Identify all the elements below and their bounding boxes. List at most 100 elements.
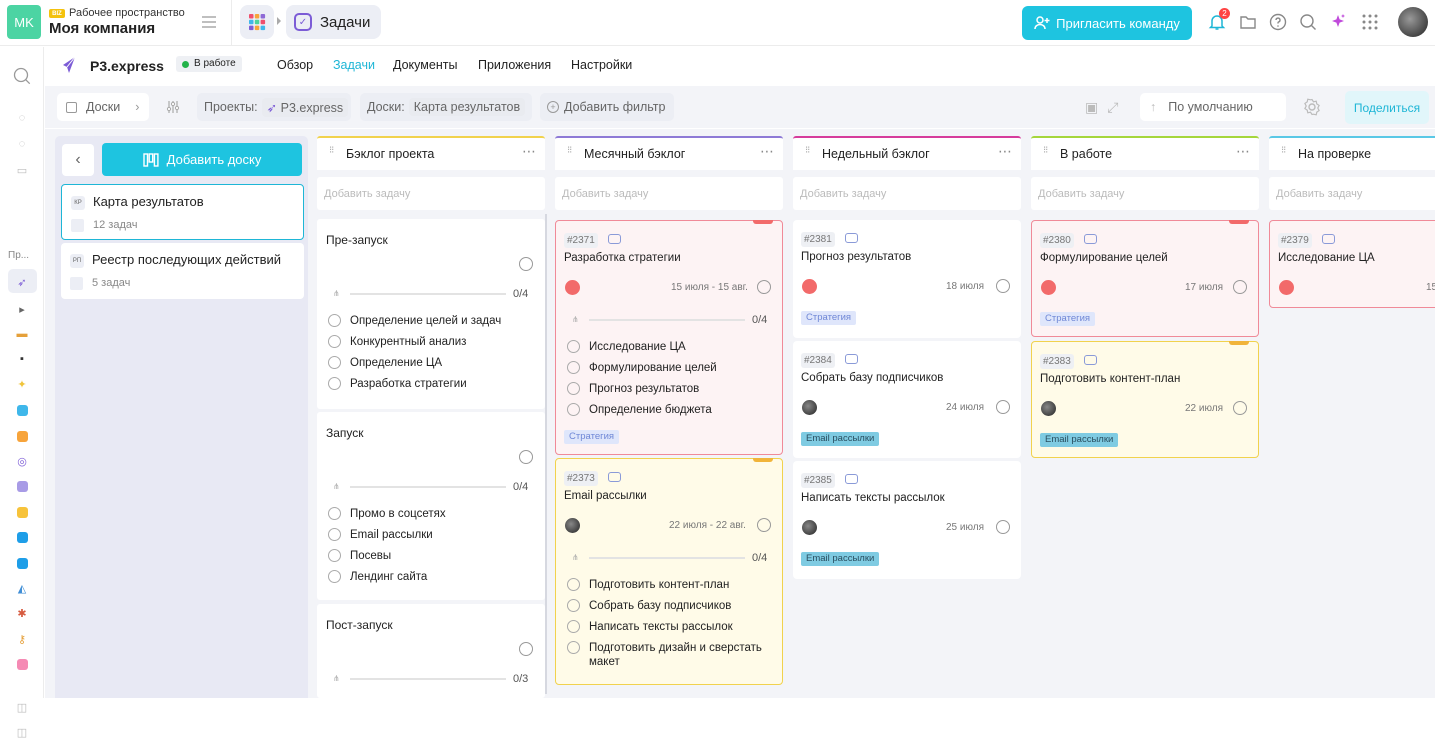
task-card[interactable]: #2385 Написать тексты рассылок 25 июля E… [793, 461, 1021, 579]
complete-checkbox[interactable] [1233, 280, 1247, 294]
more-icon[interactable]: ⋯ [1236, 143, 1251, 160]
add-task-input[interactable]: Добавить задачу [1031, 177, 1259, 210]
comment-icon[interactable] [1084, 355, 1097, 365]
subtask-checkbox[interactable] [567, 361, 580, 374]
tab-tasks[interactable]: Задачи [333, 58, 375, 72]
board-filter[interactable]: Доски: Карта результатов [360, 93, 532, 121]
task-card[interactable]: #2384 Собрать базу подписчиков 24 июля E… [793, 341, 1021, 458]
search-icon[interactable] [12, 66, 32, 86]
project-badge-icon[interactable] [14, 529, 30, 545]
task-group[interactable]: Пре-запуск ⋔ 0/4 Определение целей и зад… [317, 219, 545, 409]
project-filter-chip[interactable]: ➶ P3.express [261, 97, 349, 117]
add-task-input[interactable]: Добавить задачу [555, 177, 783, 210]
project-key-icon[interactable]: ⚷ [14, 631, 30, 647]
assignee-avatar[interactable] [1041, 401, 1056, 416]
subtask-item[interactable]: Email рассылки [328, 528, 433, 541]
project-badge-icon[interactable] [14, 504, 30, 520]
save-icon[interactable]: ▣ [1085, 99, 1098, 116]
archive-icon[interactable]: ◫ [14, 699, 30, 715]
task-card[interactable]: #2383 Подготовить контент-план 22 июля E… [1031, 341, 1259, 458]
assignee-avatar[interactable] [1279, 280, 1294, 295]
project-badge-icon[interactable] [14, 428, 30, 444]
complete-checkbox[interactable] [519, 257, 533, 271]
subtask-item[interactable]: Определение бюджета [567, 403, 712, 416]
subtask-item[interactable]: Конкурентный анализ [328, 335, 466, 348]
subtask-item[interactable]: Определение ЦА [328, 356, 442, 369]
menu-icon[interactable] [200, 13, 218, 31]
subtask-item[interactable]: Прогноз результатов [567, 382, 699, 395]
apps-grid-button[interactable] [240, 5, 274, 39]
drag-handle-icon[interactable]: ⁝⁝ [567, 146, 572, 156]
board-item[interactable]: КР Карта результатов 12 задач [61, 184, 304, 240]
subtask-checkbox[interactable] [328, 570, 341, 583]
subtask-checkbox[interactable] [328, 356, 341, 369]
invite-team-button[interactable]: Пригласить команду [1022, 6, 1192, 40]
task-tag[interactable]: Email рассылки [801, 432, 880, 446]
task-card[interactable]: #2371 Разработка стратегии 15 июля - 15 … [555, 220, 783, 455]
project-icon[interactable]: ▸ [14, 301, 30, 317]
tab-apps[interactable]: Приложения [478, 58, 551, 72]
add-board-button[interactable]: Добавить доску [102, 143, 302, 176]
user-avatar[interactable] [1398, 7, 1428, 37]
comment-icon[interactable] [1322, 234, 1335, 244]
subtask-checkbox[interactable] [567, 382, 580, 395]
subtask-checkbox[interactable] [567, 403, 580, 416]
subtask-item[interactable]: Посевы [328, 549, 391, 562]
project-badge-icon[interactable] [14, 402, 30, 418]
help-icon[interactable] [1267, 11, 1289, 33]
subtask-checkbox[interactable] [328, 335, 341, 348]
comment-icon[interactable] [845, 233, 858, 243]
subtask-item[interactable]: Исследование ЦА [567, 340, 686, 353]
subtask-checkbox[interactable] [567, 578, 580, 591]
drag-handle-icon[interactable]: ⁝⁝ [805, 146, 810, 156]
project-filter[interactable]: Проекты: ➶ P3.express [197, 93, 351, 121]
project-rocket-icon[interactable]: ➶ [14, 274, 30, 290]
column-header[interactable]: ⁝⁝ Недельный бэклог ⋯ [793, 136, 1021, 170]
apps-dots-icon[interactable] [1359, 11, 1381, 33]
subtask-item[interactable]: Подготовить контент-план [567, 578, 729, 591]
subtask-item[interactable]: Определение целей и задач [328, 314, 501, 327]
add-task-input[interactable]: Добавить задачу [1269, 177, 1435, 210]
board-filter-value[interactable]: Карта результатов [408, 98, 526, 116]
add-task-input[interactable]: Добавить задачу [793, 177, 1021, 210]
boards-toggle-button[interactable]: Доски › [57, 93, 149, 121]
task-card[interactable]: #2379 Исследование ЦА 15 [1269, 220, 1435, 308]
folder-icon[interactable]: ▭ [14, 162, 30, 178]
assignee-avatar[interactable] [1041, 280, 1056, 295]
project-icon[interactable]: ◭ [14, 580, 30, 596]
subtask-item[interactable]: Промо в соцсетях [328, 507, 446, 520]
task-card[interactable]: #2380 Формулирование целей 17 июля Страт… [1031, 220, 1259, 337]
section-tasks[interactable]: ✓ Задачи [286, 5, 381, 39]
subtask-checkbox[interactable] [567, 599, 580, 612]
complete-checkbox[interactable] [1233, 401, 1247, 415]
folder-icon[interactable] [1237, 11, 1259, 33]
complete-checkbox[interactable] [519, 450, 533, 464]
comment-icon[interactable] [608, 472, 621, 482]
assignee-avatar[interactable] [802, 400, 817, 415]
board-item[interactable]: РП Реестр последующих действий 5 задач [61, 243, 304, 299]
column-header[interactable]: ⁝⁝ В работе ⋯ [1031, 136, 1259, 170]
subtask-item[interactable]: Лендинг сайта [328, 570, 427, 583]
subtask-item[interactable]: Написать тексты рассылок [567, 620, 733, 633]
assignee-avatar[interactable] [802, 279, 817, 294]
comment-icon[interactable] [608, 234, 621, 244]
workspace-avatar[interactable]: MK [7, 5, 41, 39]
subtask-checkbox[interactable] [328, 528, 341, 541]
task-tag[interactable]: Email рассылки [801, 552, 880, 566]
task-tag[interactable]: Стратегия [1040, 312, 1096, 326]
add-task-input[interactable]: Добавить задачу [317, 177, 545, 210]
comment-icon[interactable] [845, 474, 858, 484]
complete-checkbox[interactable] [996, 520, 1010, 534]
drag-handle-icon[interactable]: ⁝⁝ [329, 146, 334, 156]
subtask-checkbox[interactable] [328, 549, 341, 562]
subtask-checkbox[interactable] [567, 340, 580, 353]
column-header[interactable]: ⁝⁝ На проверке [1269, 136, 1435, 170]
subtask-checkbox[interactable] [328, 314, 341, 327]
share-button[interactable]: Поделиться [1345, 91, 1429, 124]
project-badge-icon[interactable] [14, 555, 30, 571]
task-group[interactable]: Пост-запуск ⋔ 0/3 [317, 604, 545, 698]
project-badge-icon[interactable] [14, 656, 30, 672]
project-circle-icon[interactable]: ◎ [14, 453, 30, 469]
complete-checkbox[interactable] [996, 279, 1010, 293]
task-tag[interactable]: Стратегия [564, 430, 620, 444]
